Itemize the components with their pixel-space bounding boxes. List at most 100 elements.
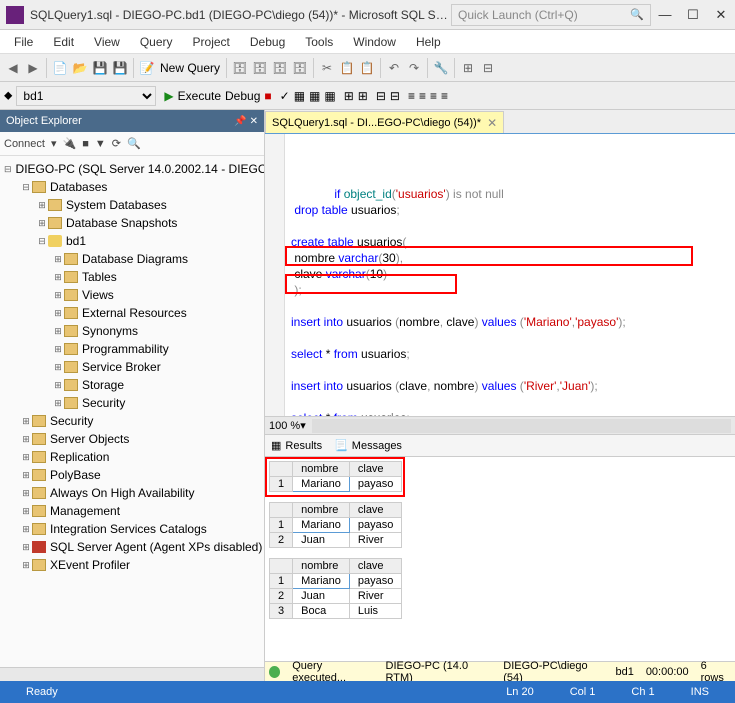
tree-item[interactable]: ⊟bd1 — [0, 232, 264, 250]
open-icon[interactable]: 📂 — [71, 59, 89, 77]
pin-icon[interactable]: 📌 ✕ — [234, 116, 258, 127]
expander-icon[interactable]: ⊞ — [36, 200, 48, 211]
tree-item[interactable]: ⊞Database Diagrams — [0, 250, 264, 268]
execute-icon[interactable]: ▶ — [164, 89, 173, 103]
ext1-icon[interactable]: ⊞ — [459, 59, 477, 77]
close-tab-icon[interactable]: ✕ — [487, 116, 497, 130]
back-icon[interactable]: ◀ — [4, 59, 22, 77]
tree-item[interactable]: ⊞Replication — [0, 448, 264, 466]
db3-icon[interactable]: 🗄 — [271, 59, 289, 77]
menu-edit[interactable]: Edit — [43, 35, 84, 49]
disconnect-icon[interactable]: 🔌 — [63, 137, 77, 150]
grid1-icon[interactable]: ▦ — [294, 89, 305, 103]
cut-icon[interactable]: ✂ — [318, 59, 336, 77]
tree-item[interactable]: ⊟DIEGO-PC (SQL Server 14.0.2002.14 - DIE… — [0, 160, 264, 178]
expander-icon[interactable]: ⊞ — [20, 416, 32, 427]
grid3-icon[interactable]: ▦ — [324, 89, 335, 103]
zoom-dropdown-icon[interactable]: ▾ — [300, 419, 306, 432]
connect-button[interactable]: Connect — [4, 138, 45, 150]
connect-dropdown-icon[interactable]: ▾ — [51, 137, 57, 150]
search2-icon[interactable]: 🔍 — [127, 137, 141, 150]
outdent-icon[interactable]: ≡ — [419, 89, 426, 103]
comment-icon[interactable]: ≡ — [430, 89, 437, 103]
results-grid[interactable]: nombreclave1Marianopayaso — [269, 461, 402, 492]
tree-item[interactable]: ⊞PolyBase — [0, 466, 264, 484]
expander-icon[interactable]: ⊞ — [20, 434, 32, 445]
filter-icon[interactable]: ▼ — [95, 138, 106, 150]
expander-icon[interactable]: ⊞ — [52, 362, 64, 373]
tree-item[interactable]: ⊞Database Snapshots — [0, 214, 264, 232]
menu-file[interactable]: File — [4, 35, 43, 49]
database-selector[interactable]: bd1 — [16, 86, 156, 106]
object-tree[interactable]: ⊟DIEGO-PC (SQL Server 14.0.2002.14 - DIE… — [0, 156, 264, 667]
stop-icon[interactable]: ■ — [264, 89, 271, 103]
expander-icon[interactable]: ⊞ — [52, 344, 64, 355]
quick-launch-input[interactable]: Quick Launch (Ctrl+Q) 🔍 — [451, 4, 651, 26]
new-icon[interactable]: 📄 — [51, 59, 69, 77]
tree-item[interactable]: ⊞Views — [0, 286, 264, 304]
paste-icon[interactable]: 📋 — [358, 59, 376, 77]
menu-project[interactable]: Project — [183, 35, 240, 49]
minimize-button[interactable]: — — [651, 3, 679, 27]
tree-item[interactable]: ⊞Service Broker — [0, 358, 264, 376]
results-tab[interactable]: ▦Results — [271, 439, 322, 452]
save-icon[interactable]: 💾 — [91, 59, 109, 77]
misc3-icon[interactable]: ⊟ — [376, 89, 386, 103]
misc4-icon[interactable]: ⊟ — [390, 89, 400, 103]
expander-icon[interactable]: ⊞ — [52, 380, 64, 391]
uncomment-icon[interactable]: ≡ — [441, 89, 448, 103]
code-scrollbar-h[interactable] — [312, 419, 731, 433]
save-all-icon[interactable]: 💾 — [111, 59, 129, 77]
tree-item[interactable]: ⊟Databases — [0, 178, 264, 196]
debug-button[interactable]: Debug — [225, 89, 260, 103]
results-grid[interactable]: nombreclave1Marianopayaso2JuanRiver — [269, 502, 402, 548]
tree-item[interactable]: ⊞External Resources — [0, 304, 264, 322]
expander-icon[interactable]: ⊞ — [20, 506, 32, 517]
expander-icon[interactable]: ⊟ — [4, 164, 12, 175]
db4-icon[interactable]: 🗄 — [291, 59, 309, 77]
results-body[interactable]: nombreclave1Marianopayaso nombreclave1Mar… — [265, 457, 735, 661]
expander-icon[interactable]: ⊞ — [20, 560, 32, 571]
expander-icon[interactable]: ⊞ — [20, 524, 32, 535]
expander-icon[interactable]: ⊞ — [52, 398, 64, 409]
db2-icon[interactable]: 🗄 — [251, 59, 269, 77]
code-editor[interactable]: if object_id('usuarios') is not null dro… — [285, 134, 735, 416]
expander-icon[interactable]: ⊞ — [20, 488, 32, 499]
messages-tab[interactable]: 📃Messages — [334, 439, 402, 452]
expander-icon[interactable]: ⊞ — [52, 290, 64, 301]
new-query-button[interactable]: New Query — [158, 61, 222, 75]
expander-icon[interactable]: ⊞ — [20, 542, 32, 553]
menu-query[interactable]: Query — [130, 35, 183, 49]
expander-icon[interactable]: ⊞ — [36, 218, 48, 229]
tree-item[interactable]: ⊞Synonyms — [0, 322, 264, 340]
tree-item[interactable]: ⊞Security — [0, 412, 264, 430]
expander-icon[interactable]: ⊞ — [52, 308, 64, 319]
tree-item[interactable]: ⊞SQL Server Agent (Agent XPs disabled) — [0, 538, 264, 556]
tree-item[interactable]: ⊞System Databases — [0, 196, 264, 214]
tree-item[interactable]: ⊞Always On High Availability — [0, 484, 264, 502]
menu-view[interactable]: View — [84, 35, 130, 49]
misc2-icon[interactable]: ⊞ — [358, 89, 368, 103]
redo-icon[interactable]: ↷ — [405, 59, 423, 77]
tree-item[interactable]: ⊞Integration Services Catalogs — [0, 520, 264, 538]
results-grid[interactable]: nombreclave1Marianopayaso2JuanRiver3Boca… — [269, 558, 402, 619]
expander-icon[interactable]: ⊟ — [36, 236, 48, 247]
props-icon[interactable]: 🔧 — [432, 59, 450, 77]
tree-item[interactable]: ⊞Security — [0, 394, 264, 412]
menu-tools[interactable]: Tools — [295, 35, 343, 49]
tree-item[interactable]: ⊞XEvent Profiler — [0, 556, 264, 574]
stop-icon[interactable]: ■ — [82, 138, 89, 150]
ext2-icon[interactable]: ⊟ — [479, 59, 497, 77]
tree-item[interactable]: ⊞Tables — [0, 268, 264, 286]
expander-icon[interactable]: ⊞ — [20, 452, 32, 463]
tree-item[interactable]: ⊞Programmability — [0, 340, 264, 358]
indent-icon[interactable]: ≡ — [408, 89, 415, 103]
execute-button[interactable]: Execute — [178, 89, 221, 103]
expander-icon[interactable]: ⊞ — [52, 254, 64, 265]
expander-icon[interactable]: ⊞ — [52, 326, 64, 337]
menu-help[interactable]: Help — [406, 35, 451, 49]
menu-window[interactable]: Window — [343, 35, 406, 49]
tree-item[interactable]: ⊞Server Objects — [0, 430, 264, 448]
dropdown-icon[interactable]: ⬥ — [4, 88, 12, 103]
tree-item[interactable]: ⊞Management — [0, 502, 264, 520]
